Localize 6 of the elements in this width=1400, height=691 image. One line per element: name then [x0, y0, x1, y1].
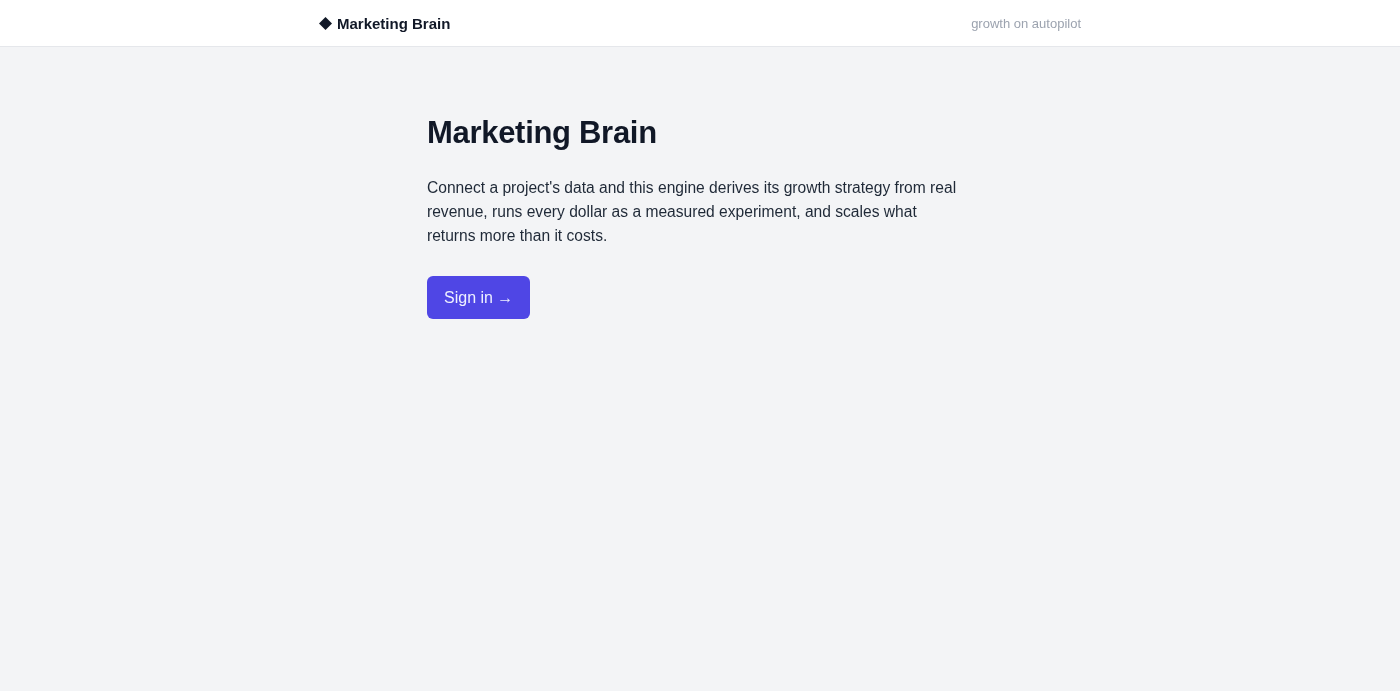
tagline: growth on autopilot: [971, 15, 1081, 31]
brand-name: Marketing Brain: [337, 14, 451, 32]
diamond-icon: [319, 16, 332, 30]
sign-in-button[interactable]: Sign in →: [427, 276, 531, 319]
page-title: Marketing Brain: [427, 114, 658, 152]
description-text: Connect a project's data and this engine derives its growth strategy from real revenue, runs every dollar as a measured experiment, and scales what returns more than it costs.: [427, 178, 958, 246]
